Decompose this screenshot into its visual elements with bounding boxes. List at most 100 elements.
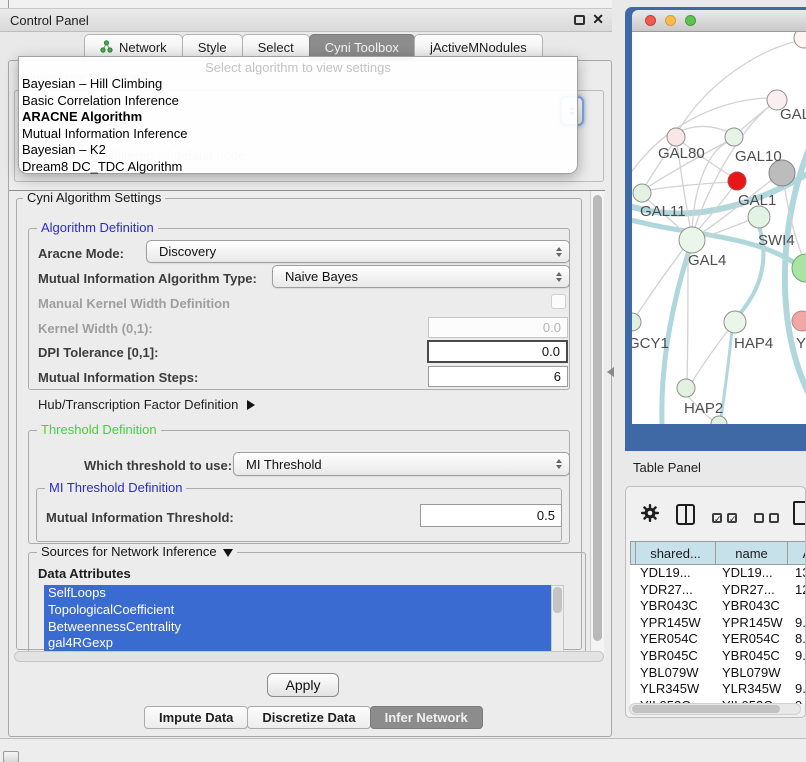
network-node[interactable]	[792, 311, 806, 331]
table-cell[interactable]: YBR045C	[717, 648, 790, 665]
network-node[interactable]	[711, 416, 727, 424]
tab-discretize-data[interactable]: Discretize Data	[247, 706, 370, 729]
float-window-icon[interactable]	[574, 15, 585, 25]
table-row[interactable]: YBL079WYBL079W	[630, 665, 806, 682]
scrollbar-thumb[interactable]	[553, 587, 562, 613]
table-row[interactable]: YBR045CYBR045C9.	[630, 648, 806, 665]
scrollbar-thumb[interactable]	[593, 195, 602, 641]
table-cell[interactable]: 9.	[790, 681, 806, 698]
table-cell[interactable]: YBR045C	[630, 648, 717, 665]
network-node[interactable]	[633, 184, 651, 202]
column-header[interactable]: name	[715, 541, 788, 565]
popup-item-dream8[interactable]: Dream8 DC_TDC Algorithm	[19, 159, 577, 176]
list-item[interactable]: BetweennessCentrality	[44, 619, 551, 636]
attribute-list-scrollbar[interactable]	[551, 585, 564, 652]
network-node[interactable]	[794, 32, 806, 48]
column-header[interactable]: A	[787, 541, 806, 565]
close-panel-icon[interactable]: ✕	[592, 11, 604, 28]
table-cell[interactable]: YBL079W	[717, 665, 790, 682]
checked-checkbox-icon[interactable]: ✓	[712, 513, 722, 523]
table-cell[interactable]: 9.	[790, 648, 806, 665]
table-cell[interactable]: YER054C	[717, 631, 790, 648]
list-item[interactable]: TopologicalCoefficient	[44, 602, 551, 619]
which-threshold-combobox[interactable]: MI Threshold	[233, 452, 570, 476]
select-columns-icon[interactable]	[676, 504, 695, 525]
table-row[interactable]: YLR345WYLR345W9.	[630, 681, 806, 698]
network-node[interactable]	[725, 128, 743, 146]
unchecked-checkbox-icon[interactable]	[754, 513, 764, 523]
table-cell[interactable]: YER054C	[630, 631, 717, 648]
scrollbar-thumb[interactable]	[632, 705, 780, 713]
table-row[interactable]: YDR27...YDR27...12	[630, 582, 806, 599]
network-node[interactable]	[724, 311, 746, 333]
settings-vertical-scrollbar[interactable]	[590, 191, 604, 659]
network-node[interactable]	[728, 172, 746, 190]
popup-item-mutual-information[interactable]: Mutual Information Inference	[19, 126, 577, 143]
node-label: HAP4	[734, 335, 773, 352]
unchecked-checkbox-icon[interactable]	[769, 513, 779, 523]
manual-kernel-checkbox[interactable]	[551, 294, 566, 309]
network-canvas[interactable]: GAL80GALGAL10GAL1GAL11SWI4GAL4GCY1HAP4YH…	[632, 32, 806, 424]
sources-group-title[interactable]: Sources for Network Inference	[37, 545, 237, 559]
tab-impute-data[interactable]: Impute Data	[144, 706, 248, 729]
table-cell[interactable]: YPR145W	[630, 615, 717, 632]
table-cell[interactable]: YDR27...	[630, 582, 717, 599]
table-cell[interactable]: YBR043C	[630, 598, 717, 615]
settings-horizontal-scrollbar[interactable]	[14, 651, 604, 662]
table-cell[interactable]: YDL19...	[717, 565, 790, 582]
list-item[interactable]: gal4RGexp	[44, 635, 551, 652]
network-node[interactable]	[632, 313, 641, 331]
network-node[interactable]	[748, 206, 770, 228]
apply-button[interactable]: Apply	[267, 673, 339, 697]
table-cell[interactable]: 12	[790, 582, 806, 599]
mi-steps-field[interactable]: 6	[428, 366, 568, 387]
kernel-width-field[interactable]: 0.0	[428, 317, 568, 338]
table-horizontal-scrollbar[interactable]	[629, 703, 801, 715]
popup-item-bayesian-hill-climbing[interactable]: Bayesian – Hill Climbing	[19, 76, 577, 93]
tab-infer-network[interactable]: Infer Network	[370, 706, 483, 729]
table-cell[interactable]: 8.	[790, 631, 806, 648]
zoom-window-icon[interactable]	[685, 15, 696, 26]
mi-threshold-field[interactable]: 0.5	[420, 504, 562, 527]
table-cell[interactable]: YLR345W	[630, 681, 717, 698]
table-cell[interactable]: YDL19...	[630, 565, 717, 582]
table-row[interactable]: YPR145WYPR145W9.	[630, 615, 806, 632]
table-cell[interactable]: YBL079W	[630, 665, 717, 682]
gear-icon[interactable]	[640, 503, 660, 528]
network-edge	[636, 248, 684, 316]
tab-label: jActiveMNodules	[430, 40, 527, 55]
network-node[interactable]	[792, 254, 806, 282]
table-cell[interactable]: YPR145W	[717, 615, 790, 632]
hub-definition-expander[interactable]: Hub/Transcription Factor Definition	[38, 397, 255, 412]
close-window-icon[interactable]	[645, 15, 656, 26]
table-row[interactable]: YDL19...YDL19...13	[630, 565, 806, 582]
popup-item-basic-correlation[interactable]: Basic Correlation Inference	[19, 93, 577, 110]
column-header[interactable]: shared...	[635, 541, 716, 565]
table-cell[interactable]	[790, 598, 806, 615]
minimize-window-icon[interactable]	[665, 15, 676, 26]
aracne-mode-combobox[interactable]: Discovery	[146, 240, 570, 263]
table-row[interactable]: YER054CYER054C8.	[630, 631, 806, 648]
popup-item-bayesian-k2[interactable]: Bayesian – K2	[19, 142, 577, 159]
stepper-arrows-icon	[556, 459, 562, 469]
network-window-titlebar[interactable]	[632, 10, 806, 32]
network-node[interactable]	[677, 379, 695, 397]
network-node[interactable]	[667, 128, 685, 146]
table-cell[interactable]: 9.	[790, 615, 806, 632]
table-row[interactable]: YBR043CYBR043C	[630, 598, 806, 615]
table-cell[interactable]: 13	[790, 565, 806, 582]
mi-type-combobox[interactable]: Naive Bayes	[272, 265, 570, 288]
panel-splitter-arrow[interactable]	[607, 367, 614, 377]
network-node[interactable]	[679, 227, 705, 253]
table-cell[interactable]	[790, 665, 806, 682]
collapse-corner-button[interactable]	[3, 751, 19, 762]
table-cell[interactable]: YDR27...	[717, 582, 790, 599]
checked-checkbox-icon[interactable]: ✓	[727, 513, 737, 523]
table-cell[interactable]: YBR043C	[717, 598, 790, 615]
dpi-tolerance-field[interactable]: 0.0	[427, 340, 568, 363]
data-attributes-list[interactable]: SelfLoops TopologicalCoefficient Between…	[44, 585, 551, 652]
popup-item-aracne[interactable]: ARACNE Algorithm	[19, 109, 577, 126]
table-cell[interactable]: YLR345W	[717, 681, 790, 698]
list-item[interactable]: SelfLoops	[44, 585, 551, 602]
export-table-icon[interactable]	[793, 501, 806, 525]
